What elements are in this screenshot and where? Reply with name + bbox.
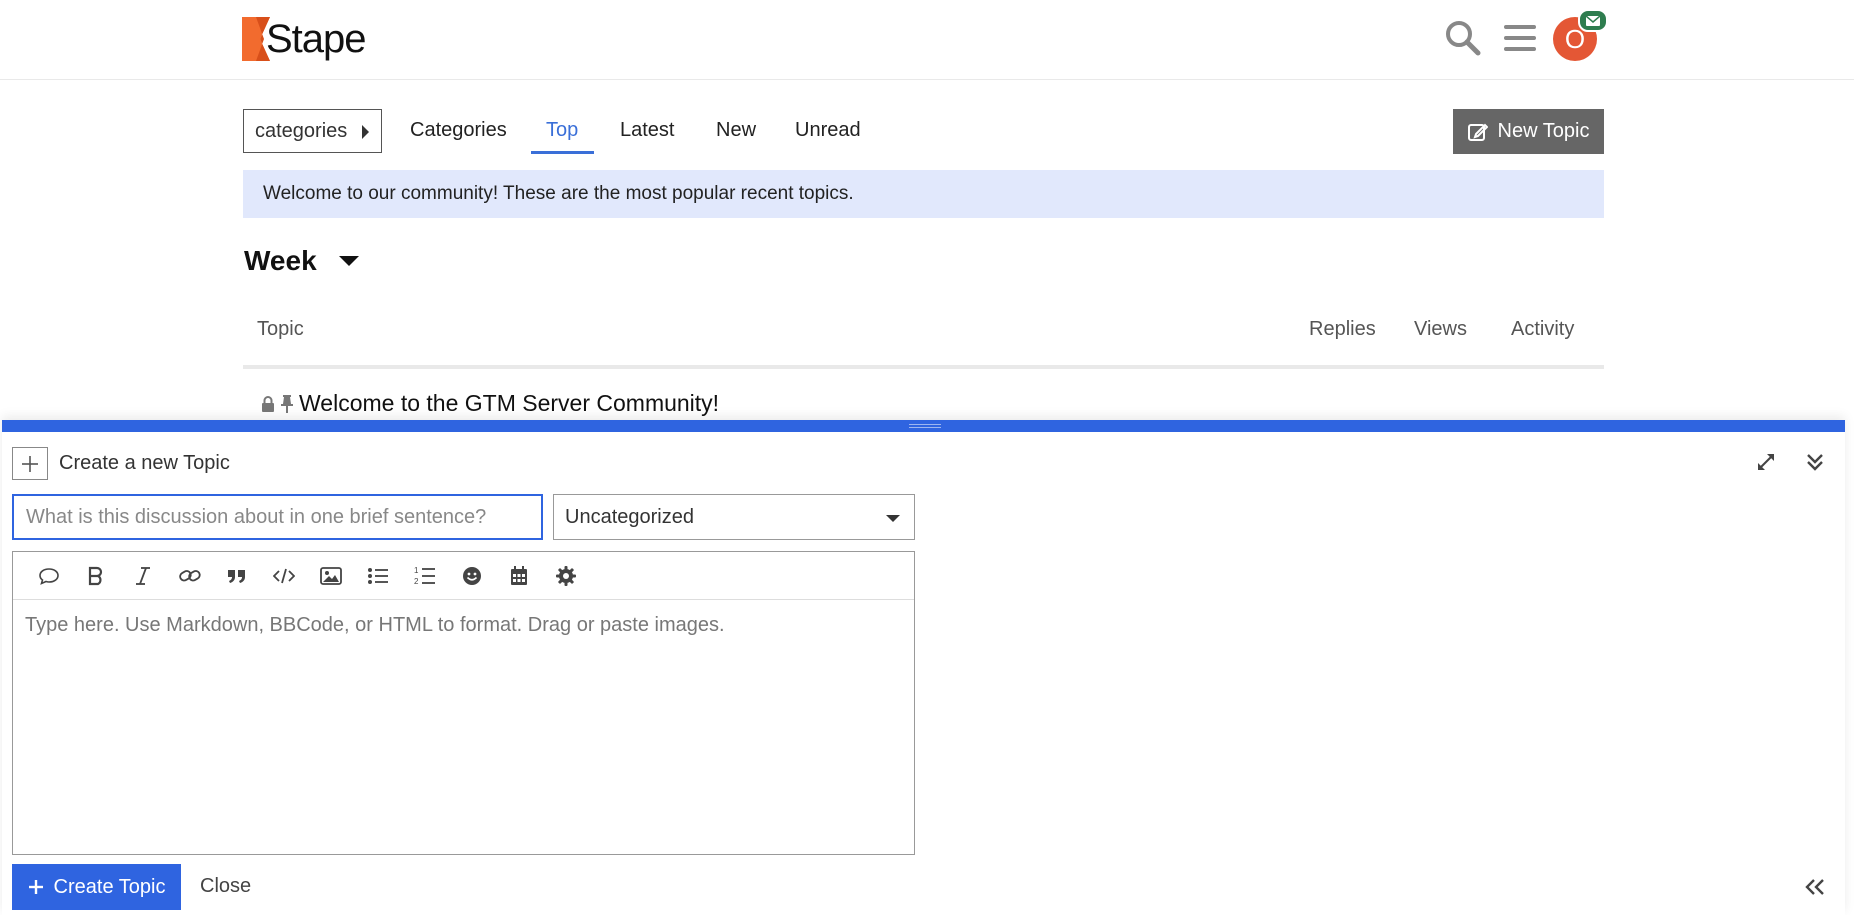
category-select[interactable]: Uncategorized [553, 494, 915, 540]
caret-right-icon [362, 125, 369, 139]
hamburger-icon[interactable] [1500, 18, 1540, 58]
topic-list-item[interactable]: Welcome to the GTM Server Community! [261, 390, 719, 417]
topic-title-input[interactable] [12, 494, 543, 540]
period-label: Week [244, 245, 317, 276]
numbered-list-icon[interactable]: 12 [401, 552, 448, 599]
lock-icon [262, 395, 274, 412]
topic-navigation: categories Categories Top Latest New Unr… [243, 109, 1604, 155]
period-selector[interactable]: Week [244, 245, 359, 277]
categories-dropdown-label: categories [255, 119, 348, 142]
pin-icon [281, 394, 293, 413]
column-topic[interactable]: Topic [257, 318, 304, 341]
caret-down-icon [886, 515, 900, 522]
code-icon[interactable] [260, 552, 307, 599]
gear-icon[interactable] [542, 552, 589, 599]
site-header: Stape O [0, 0, 1854, 80]
envelope-icon[interactable] [1578, 9, 1608, 32]
composer-textarea[interactable] [13, 600, 914, 850]
logo-text: Stape [266, 17, 367, 61]
caret-down-icon [338, 256, 359, 266]
bullet-list-icon[interactable] [354, 552, 401, 599]
column-replies[interactable]: Replies [1309, 318, 1376, 341]
tab-top[interactable]: Top [546, 119, 578, 142]
emoji-icon[interactable] [448, 552, 495, 599]
new-topic-label: New Topic [1497, 120, 1590, 142]
welcome-banner: Welcome to our community! These are the … [243, 170, 1604, 218]
composer-editor: 12 [12, 551, 915, 855]
bold-icon[interactable] [72, 552, 119, 599]
image-icon[interactable] [307, 552, 354, 599]
category-select-value: Uncategorized [565, 505, 694, 528]
topic-list-header: Topic Replies Views Activity [243, 315, 1604, 369]
new-topic-button[interactable]: New Topic [1453, 109, 1604, 154]
calendar-icon[interactable] [495, 552, 542, 599]
categories-dropdown[interactable]: categories [243, 109, 382, 153]
chevrons-left-icon[interactable] [1804, 877, 1826, 902]
editor-toolbar: 12 [13, 552, 914, 600]
tab-unread[interactable]: Unread [795, 119, 861, 142]
edit-icon [1467, 123, 1488, 141]
column-activity[interactable]: Activity [1511, 318, 1574, 341]
tab-latest[interactable]: Latest [620, 119, 674, 142]
tab-new[interactable]: New [716, 119, 756, 142]
composer-resize-grip[interactable] [2, 420, 1845, 432]
chevrons-down-icon[interactable] [1805, 452, 1825, 477]
composer-heading: Create a new Topic [59, 452, 230, 474]
column-views[interactable]: Views [1414, 318, 1467, 341]
composer-panel: Create a new Topic Uncategorized 12 Cre [2, 420, 1845, 915]
create-topic-label: Create Topic [53, 875, 166, 898]
tab-categories[interactable]: Categories [410, 119, 507, 142]
stape-logo[interactable]: Stape [242, 17, 367, 61]
expand-icon[interactable] [1756, 452, 1776, 477]
italic-icon[interactable] [119, 552, 166, 599]
topic-title[interactable]: Welcome to the GTM Server Community! [299, 390, 719, 417]
plus-icon[interactable] [12, 447, 48, 480]
svg-text:2: 2 [414, 577, 419, 586]
svg-text:1: 1 [414, 566, 419, 575]
search-icon[interactable] [1443, 18, 1483, 58]
create-topic-button[interactable]: Create Topic [12, 864, 181, 910]
active-tab-indicator [531, 151, 594, 154]
blockquote-icon[interactable] [213, 552, 260, 599]
plus-icon [28, 880, 43, 894]
link-icon[interactable] [166, 552, 213, 599]
close-button[interactable]: Close [200, 875, 251, 898]
quote-bubble-icon[interactable] [25, 552, 72, 599]
